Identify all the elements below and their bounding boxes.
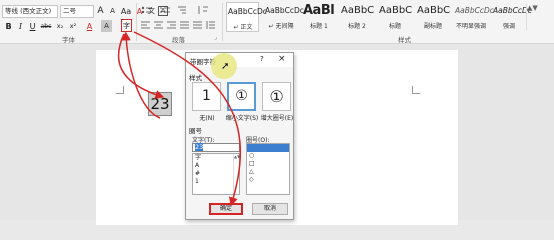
list-item[interactable]: □ — [247, 160, 289, 168]
character-list[interactable]: 字 A # 1 ▲▼ — [192, 153, 240, 195]
bold-button[interactable]: B — [3, 20, 14, 32]
style-preview: AaBbC — [417, 5, 451, 16]
format-row: B I U abc x₂ x² A A — [2, 19, 112, 33]
group-separator — [222, 3, 223, 41]
style-label: ↵ 无间隔 — [268, 23, 294, 30]
zoom-callout: 23 — [148, 92, 172, 116]
style-option-shrink-text[interactable]: ① — [227, 82, 256, 111]
styles-scroll[interactable]: ▲▼ — [526, 4, 538, 30]
style-option-none[interactable]: 1 — [192, 82, 221, 111]
font-family-select[interactable]: 等线 (西文正文) — [2, 4, 58, 18]
style-preview: AaBbCcDc — [228, 7, 267, 16]
shrink-font-button[interactable]: A — [107, 5, 118, 17]
cancel-button[interactable]: 取消 — [252, 203, 288, 215]
list-item[interactable]: ○ — [247, 152, 289, 160]
distributed-icon — [193, 21, 202, 29]
style-label: 不明显强调 — [455, 23, 486, 30]
style-label: 标题 — [388, 23, 401, 30]
char-shading-button[interactable]: A — [101, 20, 112, 32]
margin-corner-mark — [116, 86, 124, 94]
list-item[interactable]: ◇ — [247, 176, 289, 184]
style-title[interactable]: AaBbC 标题 — [378, 2, 413, 32]
styles-gallery: AaBbCcDc ↵ 正文 AaBbCcDc ↵ 无间隔 AaBl 标题 1 A… — [226, 2, 532, 32]
dialog-titlebar: 带圈字符 ? × — [186, 53, 293, 67]
style-option-label: 无(N) — [199, 115, 215, 122]
line-spacing-icon — [206, 21, 215, 29]
style-preview: AaBl — [303, 3, 335, 18]
style-subtle-emphasis[interactable]: AaBbCcDc 不明显强调 — [454, 2, 494, 32]
font-color-button[interactable]: A — [84, 20, 95, 32]
paragraph-tools — [141, 6, 215, 29]
close-button[interactable]: × — [278, 54, 286, 64]
underline-button[interactable]: U — [27, 20, 38, 32]
margin-corner-mark — [412, 86, 420, 94]
style-label: 强调 — [502, 23, 515, 30]
enclose-characters-button[interactable]: 字 — [121, 19, 132, 32]
style-label: 副标题 — [423, 23, 442, 30]
justify-icon — [180, 21, 189, 29]
grow-font-button[interactable]: A — [95, 5, 106, 17]
style-preview: AaBbC — [379, 5, 413, 16]
group-separator — [136, 3, 137, 41]
bullets-icon — [141, 6, 152, 14]
help-button[interactable]: ? — [260, 55, 264, 63]
superscript-button[interactable]: x² — [67, 20, 79, 32]
mouse-pointer-icon: ➚ — [221, 61, 230, 72]
style-subtitle[interactable]: AaBbC 副标题 — [416, 2, 451, 32]
style-option-label: 增大圈号(E) — [260, 115, 294, 122]
style-label: ↵ 正文 — [233, 24, 253, 31]
ribbon: 等线 (西文正文) 二号 A A Aa A 文 A B I U abc x₂ x… — [0, 0, 554, 44]
style-label: 标题 2 — [348, 23, 366, 30]
text-input[interactable]: 23 — [192, 143, 240, 152]
align-right-icon — [167, 21, 176, 29]
paragraph-group-label: 段落 — [172, 36, 185, 44]
style-preview: AaBbCcDc — [265, 6, 304, 15]
text-input-value: 23 — [195, 143, 204, 151]
enclosure-list[interactable]: ○ □ △ ◇ — [246, 143, 290, 195]
style-label: 标题 1 — [310, 23, 328, 30]
italic-button[interactable]: I — [15, 20, 26, 32]
style-heading-2[interactable]: AaBbC 标题 2 — [340, 2, 375, 32]
styles-group-label: 样式 — [398, 36, 411, 44]
style-no-spacing[interactable]: AaBbCcDc ↵ 无间隔 — [264, 2, 304, 32]
font-dialog-launcher[interactable]: ⌟ — [127, 34, 130, 41]
style-option-enlarge-symbol[interactable]: ① — [262, 82, 291, 111]
style-section-label: 样式 — [189, 74, 202, 82]
font-size-select[interactable]: 二号 — [60, 4, 94, 18]
style-preview: AaBbC — [341, 5, 375, 16]
paragraph-dialog-launcher[interactable]: ⌟ — [214, 34, 217, 41]
list-item[interactable]: △ — [247, 168, 289, 176]
style-normal[interactable]: AaBbCcDc ↵ 正文 — [226, 2, 267, 32]
multilevel-icon — [178, 6, 186, 14]
list-scrollbar[interactable]: ▲▼ — [233, 154, 240, 194]
subscript-button[interactable]: x₂ — [54, 20, 66, 32]
style-emphasis[interactable]: AaBbCcDc 强调 — [492, 2, 532, 32]
enclose-characters-dialog: 带圈字符 ? × 样式 1 ① ① 无(N) 缩小文字(S) 增大圈号(E) 圈… — [185, 52, 294, 220]
align-center-icon — [154, 21, 163, 29]
ok-button[interactable]: 确定 — [209, 203, 243, 215]
list-item[interactable] — [247, 144, 289, 152]
sort-icon — [198, 6, 208, 14]
change-case-button[interactable]: Aa — [119, 5, 133, 17]
style-heading-1[interactable]: AaBl 标题 1 — [302, 2, 335, 32]
font-group-label: 字体 — [62, 36, 75, 44]
align-left-icon — [141, 21, 150, 29]
strikethrough-button[interactable]: abc — [39, 20, 53, 32]
numbering-icon — [160, 7, 170, 13]
style-option-label: 缩小文字(S) — [225, 115, 259, 122]
style-preview: AaBbCcDc — [455, 6, 494, 15]
enclosure-section-label: 圈号 — [189, 127, 202, 135]
